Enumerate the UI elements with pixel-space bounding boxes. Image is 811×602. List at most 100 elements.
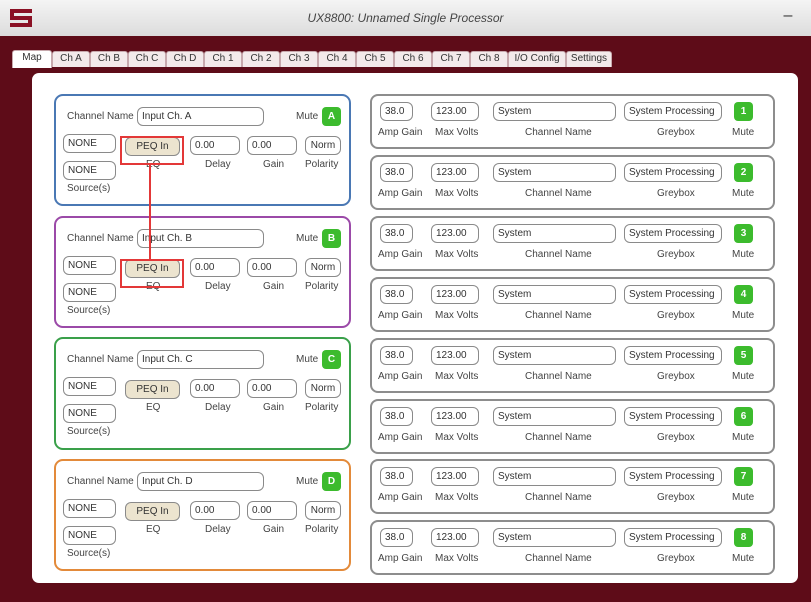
greybox-label: Greybox bbox=[657, 432, 695, 443]
greybox-field[interactable]: System Processing bbox=[624, 102, 722, 121]
polarity-label: Polarity bbox=[305, 402, 339, 413]
gain-field[interactable]: 0.00 bbox=[247, 136, 297, 155]
source-2-field[interactable]: NONE bbox=[63, 161, 116, 180]
mute-button[interactable]: 2 bbox=[734, 163, 753, 182]
source-1-field[interactable]: NONE bbox=[63, 377, 116, 396]
max-volts-field[interactable]: 123.00 bbox=[431, 467, 479, 486]
tab-ch-1[interactable]: Ch 1 bbox=[204, 51, 242, 67]
greybox-field[interactable]: System Processing bbox=[624, 163, 722, 182]
tab-ch-d[interactable]: Ch D bbox=[166, 51, 204, 67]
eq-button[interactable]: PEQ In bbox=[125, 380, 180, 399]
max-volts-field[interactable]: 123.00 bbox=[431, 346, 479, 365]
mute-button[interactable]: 3 bbox=[734, 224, 753, 243]
max-volts-field[interactable]: 123.00 bbox=[431, 285, 479, 304]
mute-button[interactable]: D bbox=[322, 472, 341, 491]
amp-gain-field[interactable]: 38.0 bbox=[380, 528, 413, 547]
mute-button[interactable]: 8 bbox=[734, 528, 753, 547]
max-volts-field[interactable]: 123.00 bbox=[431, 224, 479, 243]
tab-ch-4[interactable]: Ch 4 bbox=[318, 51, 356, 67]
tab-ch-a[interactable]: Ch A bbox=[52, 51, 90, 67]
mute-label: Mute bbox=[296, 476, 319, 487]
tab-ch-7[interactable]: Ch 7 bbox=[432, 51, 470, 67]
delay-field[interactable]: 0.00 bbox=[190, 258, 240, 277]
polarity-button[interactable]: Norm bbox=[305, 136, 341, 155]
amp-gain-field[interactable]: 38.0 bbox=[380, 224, 413, 243]
mute-button[interactable]: 5 bbox=[734, 346, 753, 365]
amp-gain-field[interactable]: 38.0 bbox=[380, 102, 413, 121]
delay-field[interactable]: 0.00 bbox=[190, 136, 240, 155]
channel-name-field[interactable]: System bbox=[493, 467, 616, 486]
gain-field[interactable]: 0.00 bbox=[247, 258, 297, 277]
max-volts-field[interactable]: 123.00 bbox=[431, 163, 479, 182]
tab-ch-5[interactable]: Ch 5 bbox=[356, 51, 394, 67]
tab-ch-2[interactable]: Ch 2 bbox=[242, 51, 280, 67]
polarity-button[interactable]: Norm bbox=[305, 379, 341, 398]
max-volts-field[interactable]: 123.00 bbox=[431, 407, 479, 426]
channel-name-field[interactable]: Input Ch. D bbox=[137, 472, 264, 491]
greybox-field[interactable]: System Processing bbox=[624, 528, 722, 547]
greybox-field[interactable]: System Processing bbox=[624, 467, 722, 486]
minimize-button[interactable]: – bbox=[776, 4, 800, 28]
tab-map[interactable]: Map bbox=[12, 50, 52, 68]
channel-name-label: Channel Name bbox=[525, 492, 592, 503]
mute-button[interactable]: 4 bbox=[734, 285, 753, 304]
tab-ch-8[interactable]: Ch 8 bbox=[470, 51, 508, 67]
mute-button[interactable]: 7 bbox=[734, 467, 753, 486]
source-2-field[interactable]: NONE bbox=[63, 526, 116, 545]
amp-gain-field[interactable]: 38.0 bbox=[380, 407, 413, 426]
gain-field[interactable]: 0.00 bbox=[247, 501, 297, 520]
delay-field[interactable]: 0.00 bbox=[190, 501, 240, 520]
tab-ch-6[interactable]: Ch 6 bbox=[394, 51, 432, 67]
source-1-field[interactable]: NONE bbox=[63, 499, 116, 518]
eq-button[interactable]: PEQ In bbox=[125, 502, 180, 521]
channel-name-field[interactable]: System bbox=[493, 224, 616, 243]
channel-name-field[interactable]: Input Ch. A bbox=[137, 107, 264, 126]
window-title: UX8800: Unnamed Single Processor bbox=[307, 11, 504, 25]
tab-ch-c[interactable]: Ch C bbox=[128, 51, 166, 67]
source-2-field[interactable]: NONE bbox=[63, 283, 116, 302]
tab-ch-3[interactable]: Ch 3 bbox=[280, 51, 318, 67]
polarity-button[interactable]: Norm bbox=[305, 258, 341, 277]
mute-label: Mute bbox=[732, 432, 755, 443]
greybox-field[interactable]: System Processing bbox=[624, 407, 722, 426]
channel-name-field[interactable]: System bbox=[493, 407, 616, 426]
greybox-field[interactable]: System Processing bbox=[624, 285, 722, 304]
tab-ch-b[interactable]: Ch B bbox=[90, 51, 128, 67]
gain-label: Gain bbox=[263, 524, 285, 535]
channel-name-field[interactable]: System bbox=[493, 285, 616, 304]
mute-button[interactable]: A bbox=[322, 107, 341, 126]
channel-name-field[interactable]: System bbox=[493, 346, 616, 365]
amp-gain-field[interactable]: 38.0 bbox=[380, 346, 413, 365]
greybox-field[interactable]: System Processing bbox=[624, 224, 722, 243]
channel-name-field[interactable]: Input Ch. C bbox=[137, 350, 264, 369]
delay-field[interactable]: 0.00 bbox=[190, 379, 240, 398]
mute-label: Mute bbox=[732, 249, 755, 260]
gain-field[interactable]: 0.00 bbox=[247, 379, 297, 398]
eq-a-highlight bbox=[120, 136, 184, 165]
tab-settings[interactable]: Settings bbox=[566, 51, 612, 67]
tab-i-o-config[interactable]: I/O Config bbox=[508, 51, 566, 67]
channel-name-field[interactable]: Input Ch. B bbox=[137, 229, 264, 248]
channel-name-field[interactable]: System bbox=[493, 528, 616, 547]
mute-button[interactable]: 1 bbox=[734, 102, 753, 121]
mute-button[interactable]: B bbox=[322, 229, 341, 248]
mute-button[interactable]: C bbox=[322, 350, 341, 369]
max-volts-label: Max Volts bbox=[435, 492, 479, 503]
channel-name-field[interactable]: System bbox=[493, 163, 616, 182]
source-1-field[interactable]: NONE bbox=[63, 134, 116, 153]
polarity-button[interactable]: Norm bbox=[305, 501, 341, 520]
source-1-field[interactable]: NONE bbox=[63, 256, 116, 275]
amp-gain-field[interactable]: 38.0 bbox=[380, 163, 413, 182]
greybox-field[interactable]: System Processing bbox=[624, 346, 722, 365]
input-channel-panel: Channel Name Input Ch. C Mute C NONE NONE Sour… bbox=[54, 337, 351, 450]
amp-gain-field[interactable]: 38.0 bbox=[380, 467, 413, 486]
eq-label: EQ bbox=[146, 524, 161, 535]
max-volts-field[interactable]: 123.00 bbox=[431, 528, 479, 547]
max-volts-field[interactable]: 123.00 bbox=[431, 102, 479, 121]
channel-name-field[interactable]: System bbox=[493, 102, 616, 121]
greybox-label: Greybox bbox=[657, 553, 695, 564]
source-2-field[interactable]: NONE bbox=[63, 404, 116, 423]
mute-button[interactable]: 6 bbox=[734, 407, 753, 426]
channel-name-label: Channel Name bbox=[525, 127, 592, 138]
amp-gain-field[interactable]: 38.0 bbox=[380, 285, 413, 304]
